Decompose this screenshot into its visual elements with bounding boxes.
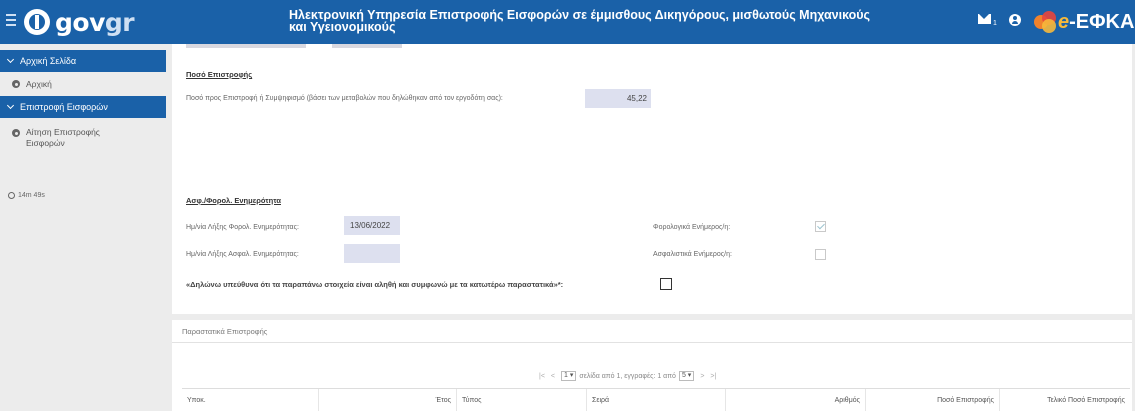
column-header-number[interactable]: Αριθμός: [725, 389, 865, 411]
column-header-year[interactable]: Έτος: [318, 389, 456, 411]
user-icon[interactable]: [1009, 14, 1021, 26]
last-page-button[interactable]: >|: [710, 373, 716, 380]
declaration-label: «Δηλώνω υπεύθυνα ότι τα παραπάνω στοιχεί…: [186, 280, 564, 289]
efka-mark-icon: [1034, 11, 1056, 33]
documents-table-header: Υποκ. Έτος Τύπος Σειρά Αριθμός Ποσό Επισ…: [182, 388, 1130, 411]
chevron-down-icon: [6, 55, 15, 64]
column-header-series[interactable]: Σειρά: [586, 389, 725, 411]
menu-icon[interactable]: [6, 14, 16, 26]
prev-page-button[interactable]: <: [551, 373, 555, 380]
first-page-button[interactable]: |<: [539, 373, 545, 380]
column-header-final-refund-amount[interactable]: Τελικό Ποσό Επιστροφής: [999, 389, 1130, 411]
tax-date-field: 13/06/2022: [344, 216, 400, 235]
efka-logo: e-ΕΦΚΑ: [1034, 7, 1134, 37]
sidebar: Αρχική Σελίδα Αρχική Επιστροφή Εισφορών …: [0, 44, 166, 411]
app-title: Ηλεκτρονική Υπηρεσία Επιστροφής Εισφορών…: [289, 9, 889, 34]
govgr-wordmark: govgr: [55, 7, 135, 37]
pagination-info: σελίδα από 1, εγγραφές: 1 από: [579, 372, 676, 380]
top-header: govgr Ηλεκτρονική Υπηρεσία Επιστροφής Ει…: [0, 0, 1135, 44]
tax-date-label: Ημ/νία Λήξης Φορολ. Ενημερότητας:: [186, 224, 299, 231]
application-card: Ποσό Επιστροφής Ποσό προς Επιστροφή ή Συ…: [172, 44, 1132, 314]
sidebar-item-label: Αρχική: [26, 79, 52, 89]
divider: [172, 342, 1132, 343]
refund-amount-label: Ποσό προς Επιστροφή ή Συμψηφισμό (βάσει …: [186, 95, 503, 102]
page-size-value: 5: [681, 372, 686, 379]
insurance-date-field: [344, 244, 400, 263]
insurance-compliant-checkbox[interactable]: [815, 249, 826, 260]
insurance-date-label: Ημ/νία Λήξης Ασφαλ. Ενημερότητας:: [186, 251, 299, 258]
app-title-line2: και Υγειονομικούς: [289, 20, 396, 34]
sidebar-item-label: Αίτηση Επιστροφής Εισφορών: [26, 127, 100, 149]
chevron-down-icon: [6, 101, 15, 110]
documents-card: Παραστατικά Επιστροφής |< < 1 ▾ σελίδα α…: [172, 320, 1132, 411]
column-header-subcat[interactable]: Υποκ.: [182, 389, 318, 411]
documents-section-title: Παραστατικά Επιστροφής: [182, 327, 268, 336]
gov-emblem-icon: [24, 9, 50, 35]
main-content: Ποσό Επιστροφής Ποσό προς Επιστροφή ή Συ…: [166, 44, 1135, 411]
govgr-logo[interactable]: govgr: [24, 7, 135, 37]
tax-compliant-label: Φορολογικά Ενήμερος/η:: [653, 224, 731, 231]
declaration-checkbox[interactable]: [660, 278, 672, 290]
mail-icon[interactable]: [978, 14, 991, 24]
sidebar-group-label: Επιστροφή Εισφορών: [20, 102, 108, 112]
page-number-select[interactable]: 1 ▾: [561, 371, 577, 381]
efka-wordmark: e-ΕΦΚΑ: [1058, 10, 1135, 33]
next-page-button[interactable]: >: [700, 373, 704, 380]
refund-amount-field: 45,22: [585, 89, 651, 108]
column-header-refund-amount[interactable]: Ποσό Επιστροφής: [865, 389, 999, 411]
page-number-value: 1: [564, 372, 568, 379]
pagination-bar: |< < 1 ▾ σελίδα από 1, εγγραφές: 1 από 5…: [536, 371, 719, 381]
sidebar-item-label-line2: Εισφορών: [26, 138, 65, 148]
gear-icon: [12, 129, 20, 137]
sidebar-item-home[interactable]: Αρχική: [0, 72, 166, 96]
session-timer: 14m 49s: [8, 192, 45, 199]
mail-count-badge: 1: [993, 20, 997, 27]
gear-icon: [12, 80, 20, 88]
sidebar-group-refund[interactable]: Επιστροφή Εισφορών: [0, 96, 166, 118]
session-timer-text: 14m 49s: [18, 192, 45, 199]
sidebar-group-home[interactable]: Αρχική Σελίδα: [0, 50, 166, 72]
column-header-type[interactable]: Τύπος: [456, 389, 586, 411]
clock-icon: [8, 192, 15, 199]
sidebar-item-refund-application[interactable]: Αίτηση Επιστροφής Εισφορών: [0, 118, 166, 158]
sidebar-group-label: Αρχική Σελίδα: [20, 56, 77, 66]
card-top-strip: [172, 44, 1132, 48]
page-size-select[interactable]: 5 ▾: [678, 371, 695, 381]
refund-section-title: Ποσό Επιστροφής: [186, 70, 253, 79]
compliance-section-title: Ασφ./Φορολ. Ενημερότητα: [186, 196, 281, 205]
sidebar-item-label-line1: Αίτηση Επιστροφής: [26, 127, 100, 137]
tax-compliant-checkbox[interactable]: [815, 221, 826, 232]
insurance-compliant-label: Ασφαλιστικά Ενήμερος/η:: [653, 251, 732, 258]
